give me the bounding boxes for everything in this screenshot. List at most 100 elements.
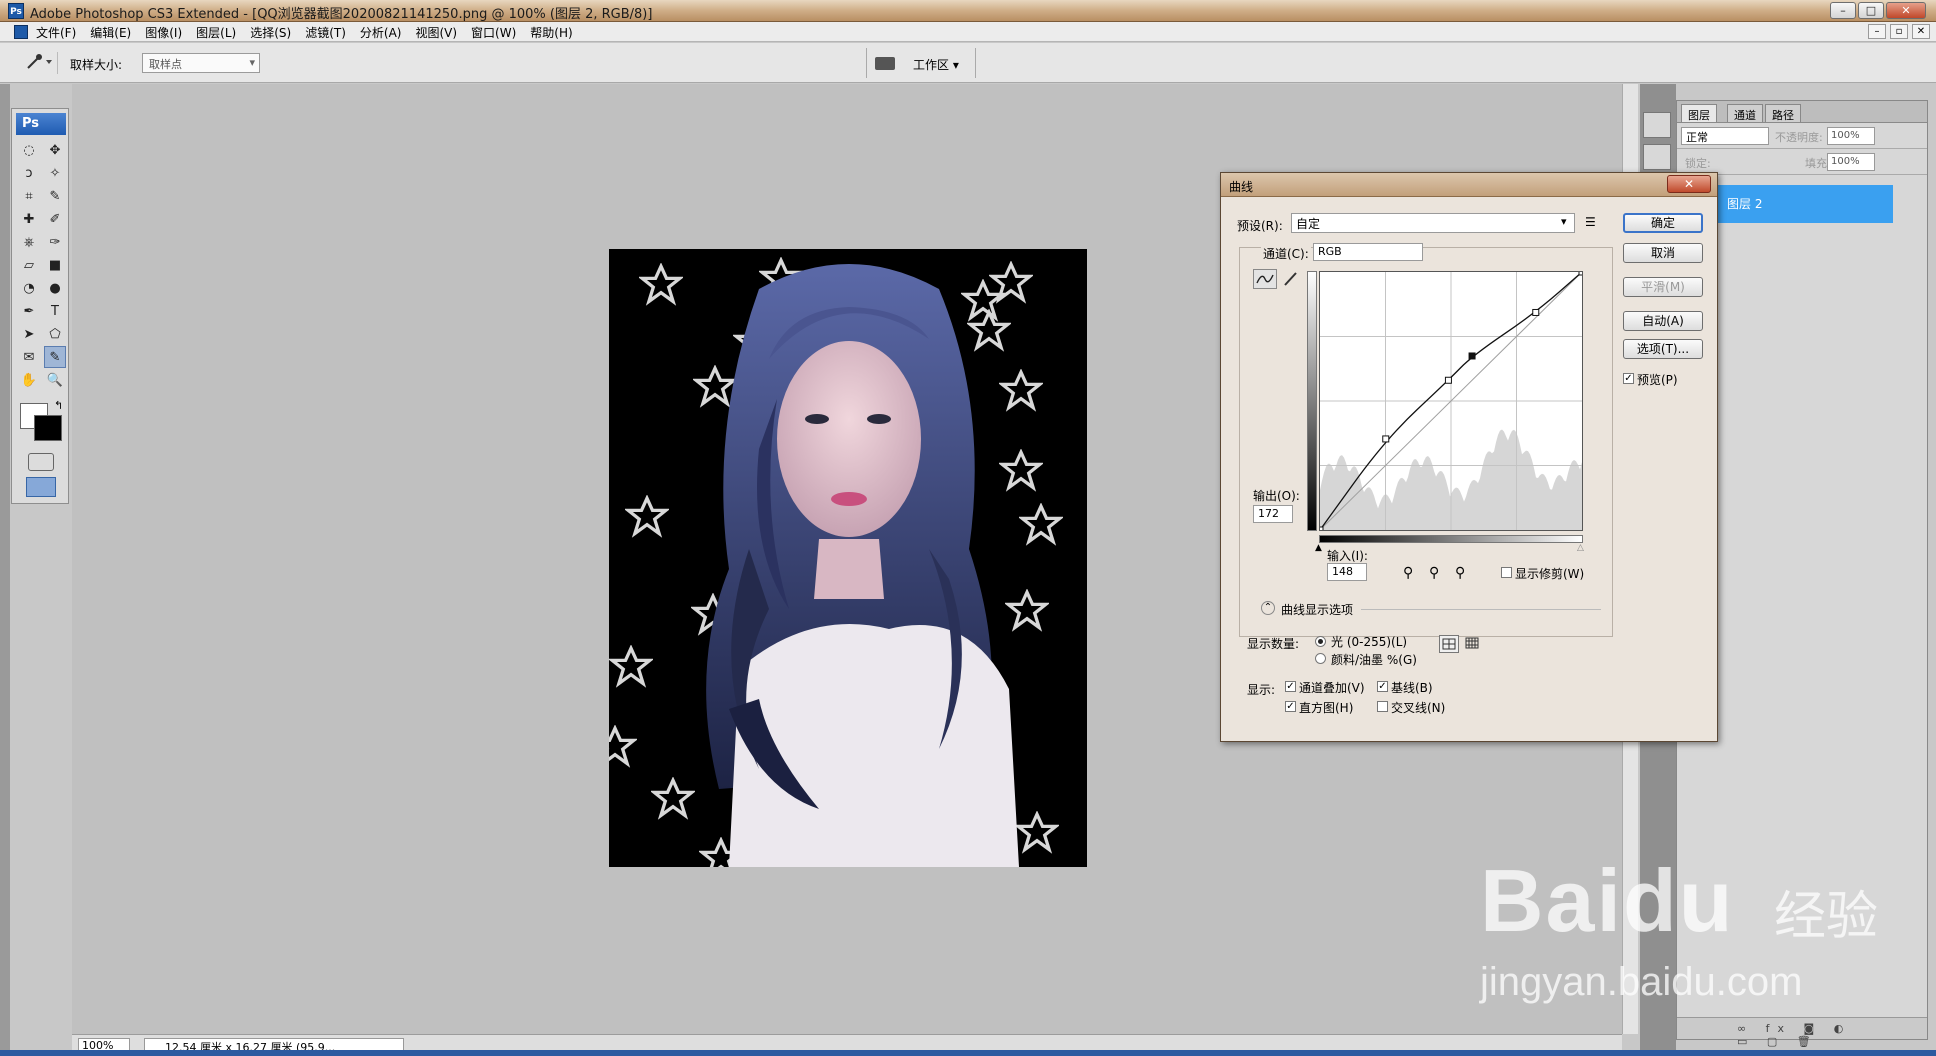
eraser-icon[interactable]: ▱ [18, 254, 40, 276]
preview-checkbox[interactable]: ✓ [1623, 373, 1634, 384]
smooth-button[interactable]: 平滑(M) [1623, 277, 1703, 297]
screen-mode-button[interactable] [26, 477, 56, 497]
gray-eyedropper-icon[interactable]: ⚲ [1429, 565, 1439, 581]
options-bar: 取样大小: 取样点 工作区 ▾ [0, 43, 1936, 83]
tab-paths[interactable]: 路径 [1765, 104, 1801, 122]
curves-graph[interactable] [1316, 268, 1586, 534]
swap-colors-icon[interactable]: ↰ [54, 399, 63, 412]
bridge-icon[interactable] [875, 57, 895, 70]
light-radio[interactable] [1315, 636, 1326, 647]
baseline-checkbox[interactable]: ✓ [1377, 681, 1388, 692]
menu-view[interactable]: 视图(V) [415, 24, 457, 41]
menu-edit[interactable]: 编辑(E) [90, 24, 131, 41]
white-eyedropper-icon[interactable]: ⚲ [1455, 565, 1465, 581]
magic-wand-icon[interactable]: ✧ [44, 162, 66, 184]
slice-icon[interactable]: ✎ [44, 185, 66, 207]
sample-size-select[interactable]: 取样点 [142, 53, 260, 73]
marquee-icon[interactable]: ◌ [18, 139, 40, 161]
black-eyedropper-icon[interactable]: ⚲ [1403, 565, 1413, 581]
gradient-icon[interactable]: ■ [44, 254, 66, 276]
eyedropper-icon[interactable]: ✎ [44, 346, 66, 368]
menu-layer[interactable]: 图层(L) [196, 24, 236, 41]
menu-select[interactable]: 选择(S) [250, 24, 291, 41]
preset-select[interactable]: 自定 [1291, 213, 1575, 233]
photoshop-logo[interactable]: Ps [16, 113, 66, 135]
divider [1361, 609, 1601, 610]
histogram-checkbox[interactable]: ✓ [1285, 701, 1296, 712]
notes-icon[interactable]: ✉ [18, 346, 40, 368]
curve-point-tool[interactable] [1253, 269, 1277, 289]
cancel-button[interactable]: 取消 [1623, 243, 1703, 263]
hand-icon[interactable]: ✋ [18, 369, 40, 391]
input-field[interactable]: 148 [1327, 563, 1367, 581]
fill-input[interactable]: 100% [1827, 153, 1875, 171]
quick-mask-button[interactable] [28, 453, 54, 471]
lasso-icon[interactable]: ↄ [18, 162, 40, 184]
intersection-label: 交叉线(N) [1391, 701, 1446, 715]
sample-size-label: 取样大小: [70, 58, 123, 72]
stamp-icon[interactable]: ⎈ [18, 231, 40, 253]
lock-label: 锁定: [1685, 157, 1711, 170]
minimize-button[interactable]: – [1830, 2, 1856, 19]
auto-button[interactable]: 自动(A) [1623, 311, 1703, 331]
photoshop-window: Ps Adobe Photoshop CS3 Extended - [QQ浏览器… [0, 0, 1936, 1056]
type-icon[interactable]: T [44, 300, 66, 322]
pigment-radio[interactable] [1315, 653, 1326, 664]
menu-file[interactable]: 文件(F) [36, 24, 76, 41]
window-controls: – □ ✕ [1830, 2, 1926, 19]
detailed-grid-button[interactable] [1463, 635, 1481, 653]
close-button[interactable]: ✕ [1886, 2, 1926, 19]
pencil-tool[interactable] [1281, 269, 1301, 289]
blur-icon[interactable]: ◔ [18, 277, 40, 299]
black-point-slider[interactable]: ▲ [1315, 543, 1322, 553]
tab-channels[interactable]: 通道 [1727, 104, 1763, 122]
menu-help[interactable]: 帮助(H) [530, 24, 572, 41]
menu-analysis[interactable]: 分析(A) [360, 24, 402, 41]
pen-icon[interactable]: ✒ [18, 300, 40, 322]
options-button[interactable]: 选项(T)... [1623, 339, 1703, 359]
history-brush-icon[interactable]: ✑ [44, 231, 66, 253]
maximize-button[interactable]: □ [1858, 2, 1884, 19]
document-image[interactable] [609, 249, 1087, 867]
blend-mode-select[interactable]: 正常 [1681, 127, 1769, 145]
healing-icon[interactable]: ✚ [18, 208, 40, 230]
document-icon[interactable] [14, 25, 28, 39]
menu-filter[interactable]: 滤镜(T) [305, 24, 346, 41]
layer-item[interactable]: 图层 2 [1713, 185, 1893, 223]
preset-options-icon[interactable]: ☰ [1585, 215, 1596, 229]
tool-presets-icon[interactable] [1643, 112, 1671, 138]
path-select-icon[interactable]: ➤ [18, 323, 40, 345]
collapse-options-icon[interactable]: ⌃ [1261, 601, 1275, 615]
channel-overlays-checkbox[interactable]: ✓ [1285, 681, 1296, 692]
move-icon[interactable]: ✥ [44, 139, 66, 161]
channel-select[interactable]: RGB [1313, 243, 1423, 261]
background-color-swatch[interactable] [34, 415, 62, 441]
crop-icon[interactable]: ⌗ [18, 185, 40, 207]
white-point-slider[interactable]: △ [1577, 543, 1584, 553]
window-title: Adobe Photoshop CS3 Extended - [QQ浏览器截图2… [30, 7, 653, 22]
opacity-input[interactable]: 100% [1827, 127, 1875, 145]
dodge-icon[interactable]: ● [44, 277, 66, 299]
workspace-menu[interactable]: 工作区 ▾ [913, 56, 959, 73]
doc-minimize-button[interactable]: – [1868, 24, 1886, 39]
ok-button[interactable]: 确定 [1623, 213, 1703, 233]
brushes-icon[interactable] [1643, 144, 1671, 170]
menu-window[interactable]: 窗口(W) [471, 24, 516, 41]
doc-restore-button[interactable]: ▫ [1890, 24, 1908, 39]
doc-close-button[interactable]: ✕ [1912, 24, 1930, 39]
intersection-checkbox[interactable] [1377, 701, 1388, 712]
curves-dialog: 曲线 ✕ 预设(R): 自定 ▾ ☰ 确定 取消 平滑(M) 自动(A) 选项(… [1220, 172, 1718, 742]
dialog-close-button[interactable]: ✕ [1667, 175, 1711, 193]
simple-grid-button[interactable] [1439, 635, 1459, 653]
output-field[interactable]: 172 [1253, 505, 1293, 523]
layers-panel-footer[interactable]: ∞ fx ◙ ◐ ▭ ▢ 🗑 [1677, 1017, 1927, 1048]
brush-icon[interactable]: ✐ [44, 208, 66, 230]
zoom-icon[interactable]: 🔍 [44, 369, 66, 391]
menu-image[interactable]: 图像(I) [145, 24, 182, 41]
tool-preset-picker[interactable] [22, 52, 58, 74]
show-clipping-checkbox[interactable] [1501, 567, 1512, 578]
pencil-icon [1284, 272, 1297, 286]
app-icon: Ps [8, 3, 24, 19]
shape-icon[interactable]: ⬠ [44, 323, 66, 345]
tab-layers[interactable]: 图层 [1681, 104, 1717, 122]
